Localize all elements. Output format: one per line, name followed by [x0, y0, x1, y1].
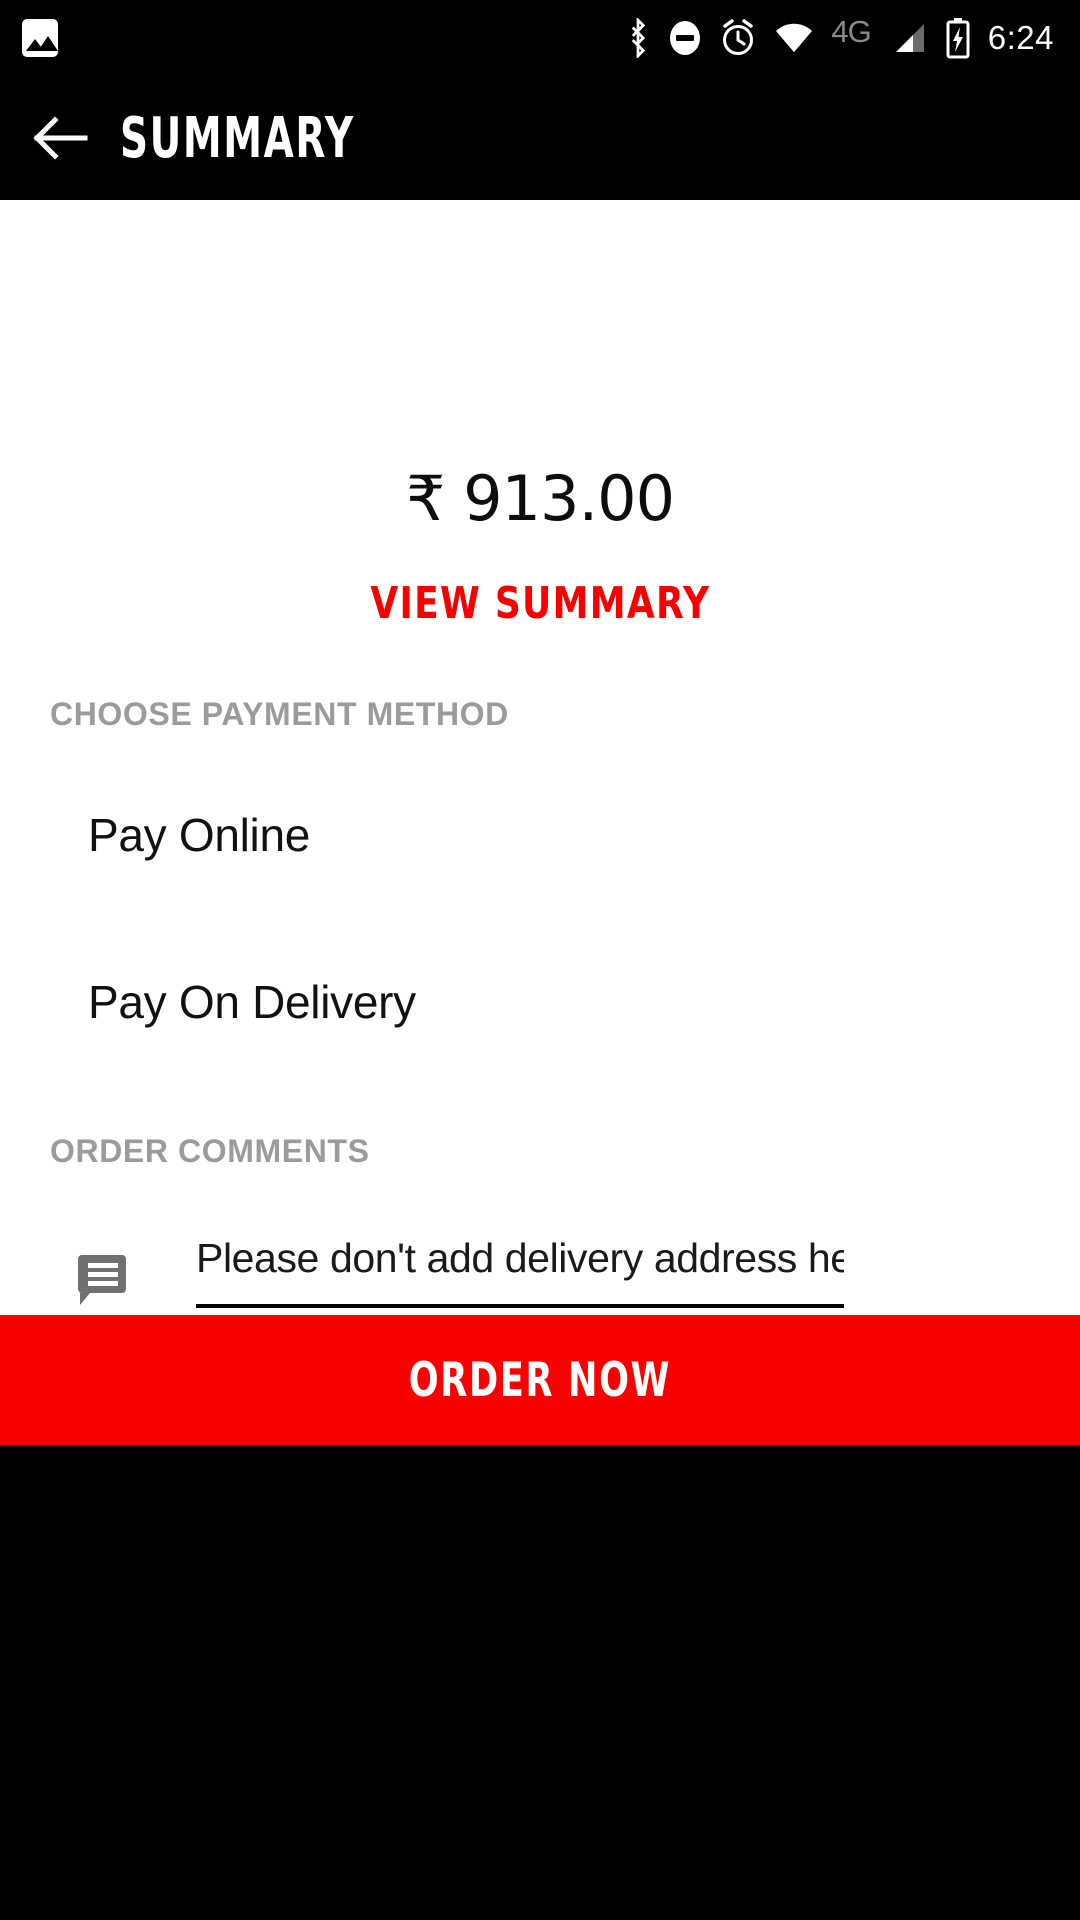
network-type-label: 4G: [831, 14, 871, 49]
phone-screen: 4G 6:24 SUMMARY ₹ 913.00 VIEW SUMMARY CH…: [0, 0, 1080, 1920]
order-comments-input[interactable]: [196, 1235, 844, 1304]
status-bar-system-icons: 4G 6:24: [625, 14, 1080, 59]
signal-icon: [888, 18, 928, 58]
back-arrow-icon[interactable]: [0, 114, 120, 162]
wifi-icon: [774, 18, 814, 58]
main-content: ₹ 913.00 VIEW SUMMARY CHOOSE PAYMENT MET…: [0, 200, 1080, 1315]
bluetooth-icon: [625, 17, 651, 58]
comment-bubble-icon: [72, 1253, 128, 1305]
system-navigation-bar: [0, 1445, 1080, 1920]
order-now-button[interactable]: ORDER NOW: [0, 1315, 1080, 1445]
payment-option-label: Pay On Delivery: [88, 976, 416, 1028]
payment-option-label: Pay Online: [88, 809, 311, 861]
order-comments-underline: [196, 1304, 844, 1308]
payment-option-pay-on-delivery[interactable]: Pay On Delivery: [88, 975, 988, 1029]
do-not-disturb-icon: [668, 18, 702, 58]
status-bar-notifications: [0, 18, 58, 57]
order-comments-field-wrapper: [196, 1235, 844, 1308]
choose-payment-method-label: CHOOSE PAYMENT METHOD: [50, 696, 509, 732]
app-bar: SUMMARY: [0, 75, 1080, 200]
status-bar-clock: 6:24: [987, 18, 1054, 56]
photo-icon: [22, 18, 58, 57]
view-summary-label: VIEW SUMMARY: [369, 578, 711, 629]
alarm-icon: [719, 18, 757, 58]
status-bar: 4G 6:24: [0, 0, 1080, 75]
payment-option-pay-online[interactable]: Pay Online: [88, 808, 988, 862]
battery-charging-icon: [945, 17, 971, 59]
page-title: SUMMARY: [120, 105, 355, 170]
order-total-amount: ₹ 913.00: [405, 462, 675, 535]
view-summary-link[interactable]: VIEW SUMMARY: [0, 578, 1080, 629]
order-now-button-label: ORDER NOW: [408, 1352, 672, 1408]
order-comments-label: ORDER COMMENTS: [50, 1133, 370, 1169]
